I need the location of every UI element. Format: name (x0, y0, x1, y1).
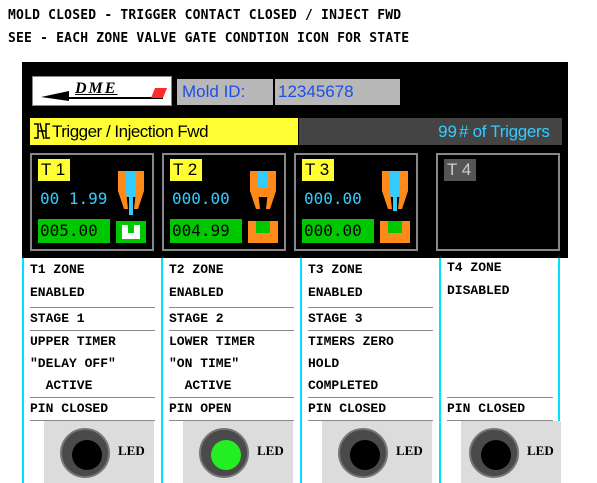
divider (308, 330, 433, 331)
timer-line-1: LOWER TIMER (169, 334, 255, 349)
divider (169, 397, 294, 398)
zone-led[interactable]: LED (199, 428, 284, 478)
logo-text: DME (75, 80, 118, 97)
zone-led[interactable]: LED (469, 428, 554, 478)
gate-base-icon (380, 221, 410, 243)
led-indicator-icon (481, 440, 511, 470)
timer-line-2: "ON TIME" (169, 356, 240, 371)
timer-line-1: TIMERS ZERO (308, 334, 394, 349)
zone-title: T2 ZONE (169, 262, 224, 277)
led-label: LED (527, 443, 554, 458)
led-label: LED (118, 443, 145, 458)
led-ring (469, 428, 519, 478)
zone-status: DISABLED (447, 283, 510, 298)
led-ring (338, 428, 388, 478)
tile-tag: T 2 (170, 159, 202, 181)
zone-status: ENABLED (169, 285, 224, 300)
trigger-count-bar: 99 # of Triggers (299, 118, 562, 145)
divider (169, 330, 294, 331)
divider (30, 307, 155, 308)
tile-timer-value: 000.00 (304, 189, 362, 208)
status-line-2: SEE - EACH ZONE VALVE GATE CONDTION ICON… (8, 31, 410, 46)
divider (308, 307, 433, 308)
timer-line-3: COMPLETED (308, 378, 379, 393)
dme-logo: DME (32, 76, 172, 106)
tile-setpoint-value: 005.00 (38, 219, 110, 243)
trigger-count-label: # of Triggers (459, 122, 550, 141)
valve-gate-open-icon (250, 171, 276, 209)
zone-stage: STAGE 2 (169, 311, 224, 326)
timer-line-2: "DELAY OFF" (30, 356, 116, 371)
trigger-count-value: 99 (438, 122, 457, 141)
zone-title: T3 ZONE (308, 262, 363, 277)
zone-tile-t1[interactable]: T 1 00 1.99 005.00 (30, 153, 154, 251)
gate-base-icon (116, 221, 146, 243)
timer-line-2: HOLD (308, 356, 340, 371)
led-label: LED (257, 443, 284, 458)
timer-line-3: ACTIVE (30, 378, 93, 393)
mold-id-value[interactable]: 12345678 (275, 79, 400, 105)
pin-state: PIN CLOSED (308, 401, 387, 416)
zone-column-t2: T2 ZONE ENABLED STAGE 2 LOWER TIMER "ON … (161, 258, 298, 483)
timer-line-1: UPPER TIMER (30, 334, 116, 349)
zone-tile-t3[interactable]: T 3 000.00 000.00 (294, 153, 418, 251)
zone-led[interactable]: LED (60, 428, 145, 478)
zone-status: ENABLED (308, 285, 363, 300)
zone-status: ENABLED (30, 285, 85, 300)
zone-stage: STAGE 3 (308, 311, 363, 326)
tile-setpoint-value: 000.00 (302, 219, 374, 243)
tile-timer-value: 000.00 (172, 189, 230, 208)
zone-led[interactable]: LED (338, 428, 423, 478)
valve-gate-closed-icon (118, 171, 144, 215)
trigger-status-bar: Trigger / Injection Fwd (30, 118, 298, 145)
led-label: LED (396, 443, 423, 458)
pin-state: PIN CLOSED (447, 401, 526, 416)
tile-tag: T 1 (38, 159, 70, 181)
tile-setpoint-value: 004.99 (170, 219, 242, 243)
zone-stage: STAGE 1 (30, 311, 85, 326)
tile-tag: T 3 (302, 159, 334, 181)
divider (447, 397, 553, 398)
tile-timer-value: 00 1.99 (40, 189, 108, 208)
zone-column-t4: T4 ZONE DISABLED PIN CLOSED LED (439, 258, 561, 483)
divider (308, 397, 433, 398)
led-ring (199, 428, 249, 478)
zone-status-area: T1 ZONE ENABLED STAGE 1 UPPER TIMER "DEL… (0, 258, 597, 483)
led-indicator-icon (72, 440, 102, 470)
controller-panel: DME Mold ID: 12345678 Trigger / Injectio… (22, 62, 568, 258)
mold-id-label: Mold ID: (177, 79, 273, 105)
status-header: MOLD CLOSED - TRIGGER CONTACT CLOSED / I… (0, 0, 597, 62)
gate-base-icon (248, 221, 278, 243)
pin-state: PIN OPEN (169, 401, 232, 416)
trigger-label: Trigger / Injection Fwd (52, 122, 209, 141)
zone-title: T4 ZONE (447, 260, 502, 275)
led-ring (60, 428, 110, 478)
pin-state: PIN CLOSED (30, 401, 109, 416)
divider (169, 307, 294, 308)
trigger-contact-icon (34, 122, 50, 140)
divider (30, 330, 155, 331)
led-indicator-icon (211, 440, 241, 470)
status-line-1: MOLD CLOSED - TRIGGER CONTACT CLOSED / I… (8, 8, 402, 23)
zone-column-t1: T1 ZONE ENABLED STAGE 1 UPPER TIMER "DEL… (22, 258, 159, 483)
zone-tile-t4[interactable]: T 4 (436, 153, 560, 251)
valve-gate-closed-icon (382, 171, 408, 211)
zone-tile-t2[interactable]: T 2 000.00 004.99 (162, 153, 286, 251)
timer-line-3: ACTIVE (169, 378, 232, 393)
zone-title: T1 ZONE (30, 262, 85, 277)
led-indicator-icon (350, 440, 380, 470)
divider (30, 397, 155, 398)
zone-column-t3: T3 ZONE ENABLED STAGE 3 TIMERS ZERO HOLD… (300, 258, 437, 483)
tile-tag: T 4 (444, 159, 476, 181)
